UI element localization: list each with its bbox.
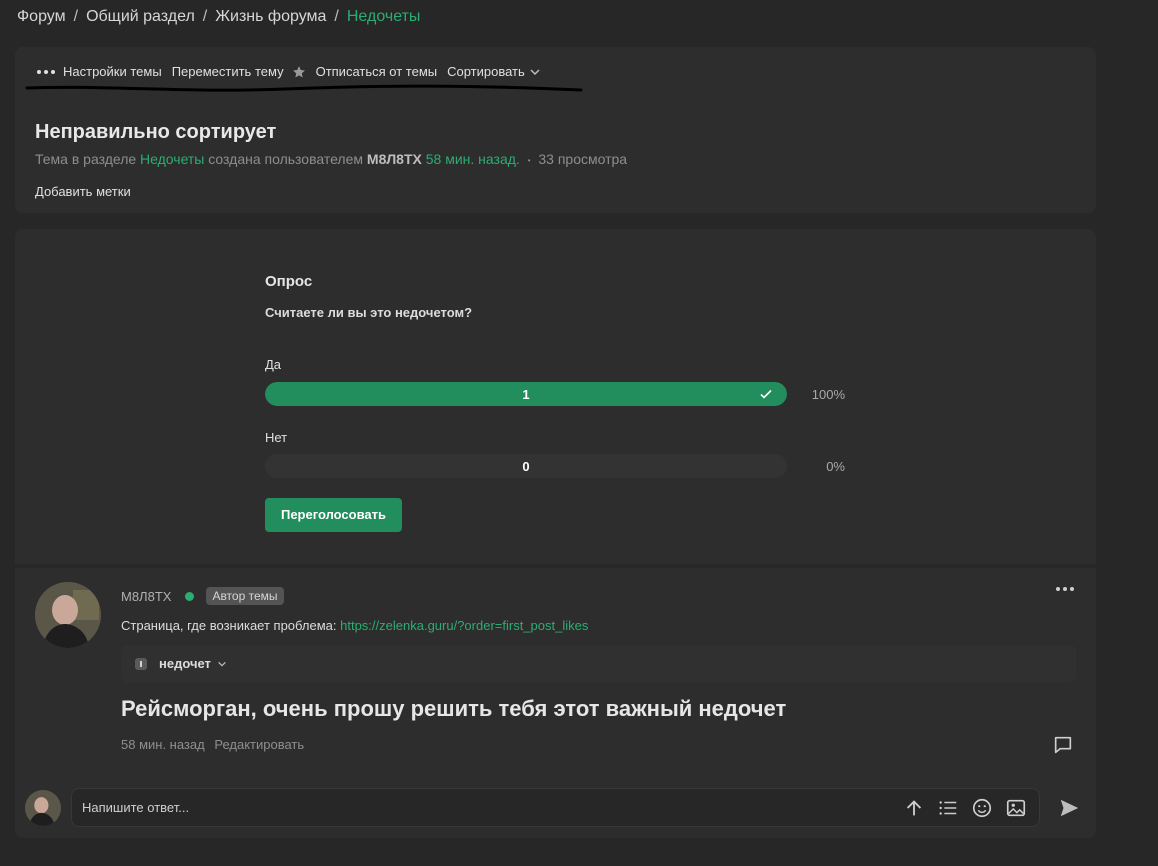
add-tags-button[interactable]: Добавить метки	[35, 184, 131, 199]
check-icon	[760, 389, 772, 399]
post-heading: Рейсморган, очень прошу решить тебя этот…	[121, 696, 787, 721]
breadcrumb: Форум / Общий раздел / Жизнь форума / Не…	[17, 8, 420, 26]
meta-author-link[interactable]: M8Л8TX	[367, 151, 422, 167]
meta-created: создана пользователем	[208, 151, 364, 167]
meta-dot-separator: •	[527, 155, 531, 165]
poll-option-bar[interactable]: 1	[265, 382, 787, 406]
breadcrumb-separator: /	[334, 8, 339, 25]
topic-header-panel: Настройки темы Переместить тему Отписать…	[15, 47, 1096, 213]
breadcrumb-item-forum-life[interactable]: Жизнь форума	[215, 8, 326, 26]
meta-section-link[interactable]: Недочеты	[140, 151, 204, 167]
sort-button[interactable]: Сортировать	[447, 64, 525, 79]
edit-button[interactable]: Редактировать	[214, 737, 304, 752]
topic-action-bar: Настройки темы Переместить тему Отписать…	[37, 64, 541, 79]
topic-title: Неправильно сортирует	[35, 121, 277, 143]
breadcrumb-item-current[interactable]: Недочеты	[347, 8, 421, 26]
poll-title: Опрос	[265, 273, 313, 290]
post-author-name[interactable]: M8Л8TX	[121, 589, 171, 604]
move-topic-button[interactable]: Переместить тему	[172, 64, 284, 79]
post-time[interactable]: 58 мин. назад	[121, 737, 205, 752]
poll-option-percent: 100%	[811, 387, 845, 402]
star-icon[interactable]	[292, 65, 306, 79]
post-line-label: Страница, где возникает проблема:	[121, 618, 337, 633]
chevron-down-icon	[218, 661, 226, 667]
revote-button[interactable]: Переголосовать	[265, 498, 402, 532]
arrow-up-icon[interactable]	[903, 797, 925, 819]
poll-option-bar[interactable]: 0	[265, 454, 787, 478]
poll-option-votes: 1	[522, 387, 530, 402]
hand-drawn-underline	[25, 84, 583, 92]
list-icon[interactable]	[937, 797, 959, 819]
author-badge: Автор темы	[206, 587, 284, 605]
current-user-avatar	[25, 790, 61, 826]
post-more-icon[interactable]	[1056, 587, 1074, 591]
more-dots-icon[interactable]	[37, 69, 55, 74]
post-panel: Опрос Считаете ли вы это недочетом? Да 1…	[15, 229, 1096, 838]
unsubscribe-button[interactable]: Отписаться от темы	[316, 64, 438, 79]
breadcrumb-separator: /	[73, 8, 79, 25]
post-author-row: M8Л8TX Автор темы	[121, 587, 284, 605]
breadcrumb-item-forum[interactable]: Форум	[17, 8, 66, 26]
section-divider	[15, 564, 1096, 568]
info-icon	[135, 657, 147, 670]
post-line-link[interactable]: https://zelenka.guru/?order=first_post_l…	[340, 618, 588, 633]
author-avatar[interactable]	[35, 582, 101, 648]
post-text-line: Страница, где возникает проблема: https:…	[121, 618, 588, 633]
prefix-tag-label: недочет	[159, 656, 211, 671]
breadcrumb-separator: /	[202, 8, 208, 25]
poll-option-label: Да	[265, 357, 282, 372]
reply-placeholder: Напишите ответ...	[82, 800, 190, 815]
meta-time[interactable]: 58 мин. назад.	[426, 151, 520, 167]
poll-option-label: Нет	[265, 430, 288, 445]
prefix-tag-block[interactable]: недочет	[121, 645, 1076, 682]
comment-icon[interactable]	[1052, 734, 1074, 756]
topic-meta: Тема в разделе Недочеты создана пользова…	[35, 151, 627, 167]
meta-prefix: Тема в разделе	[35, 151, 137, 167]
poll-option-percent: 0%	[826, 459, 845, 474]
topic-settings-button[interactable]: Настройки темы	[63, 64, 162, 79]
post-footer: 58 мин. назад Редактировать	[121, 737, 310, 752]
breadcrumb-item-general[interactable]: Общий раздел	[86, 8, 195, 26]
poll-question: Считаете ли вы это недочетом?	[265, 305, 473, 320]
send-icon[interactable]	[1058, 797, 1080, 819]
emoji-icon[interactable]	[971, 797, 993, 819]
chevron-down-icon[interactable]	[529, 66, 541, 78]
poll-option-votes: 0	[522, 459, 530, 474]
online-status-icon	[185, 591, 195, 601]
image-icon[interactable]	[1005, 797, 1027, 819]
reply-toolbar	[903, 797, 1027, 819]
reply-input[interactable]: Напишите ответ...	[71, 788, 1040, 827]
meta-views: 33 просмотра	[538, 151, 628, 167]
